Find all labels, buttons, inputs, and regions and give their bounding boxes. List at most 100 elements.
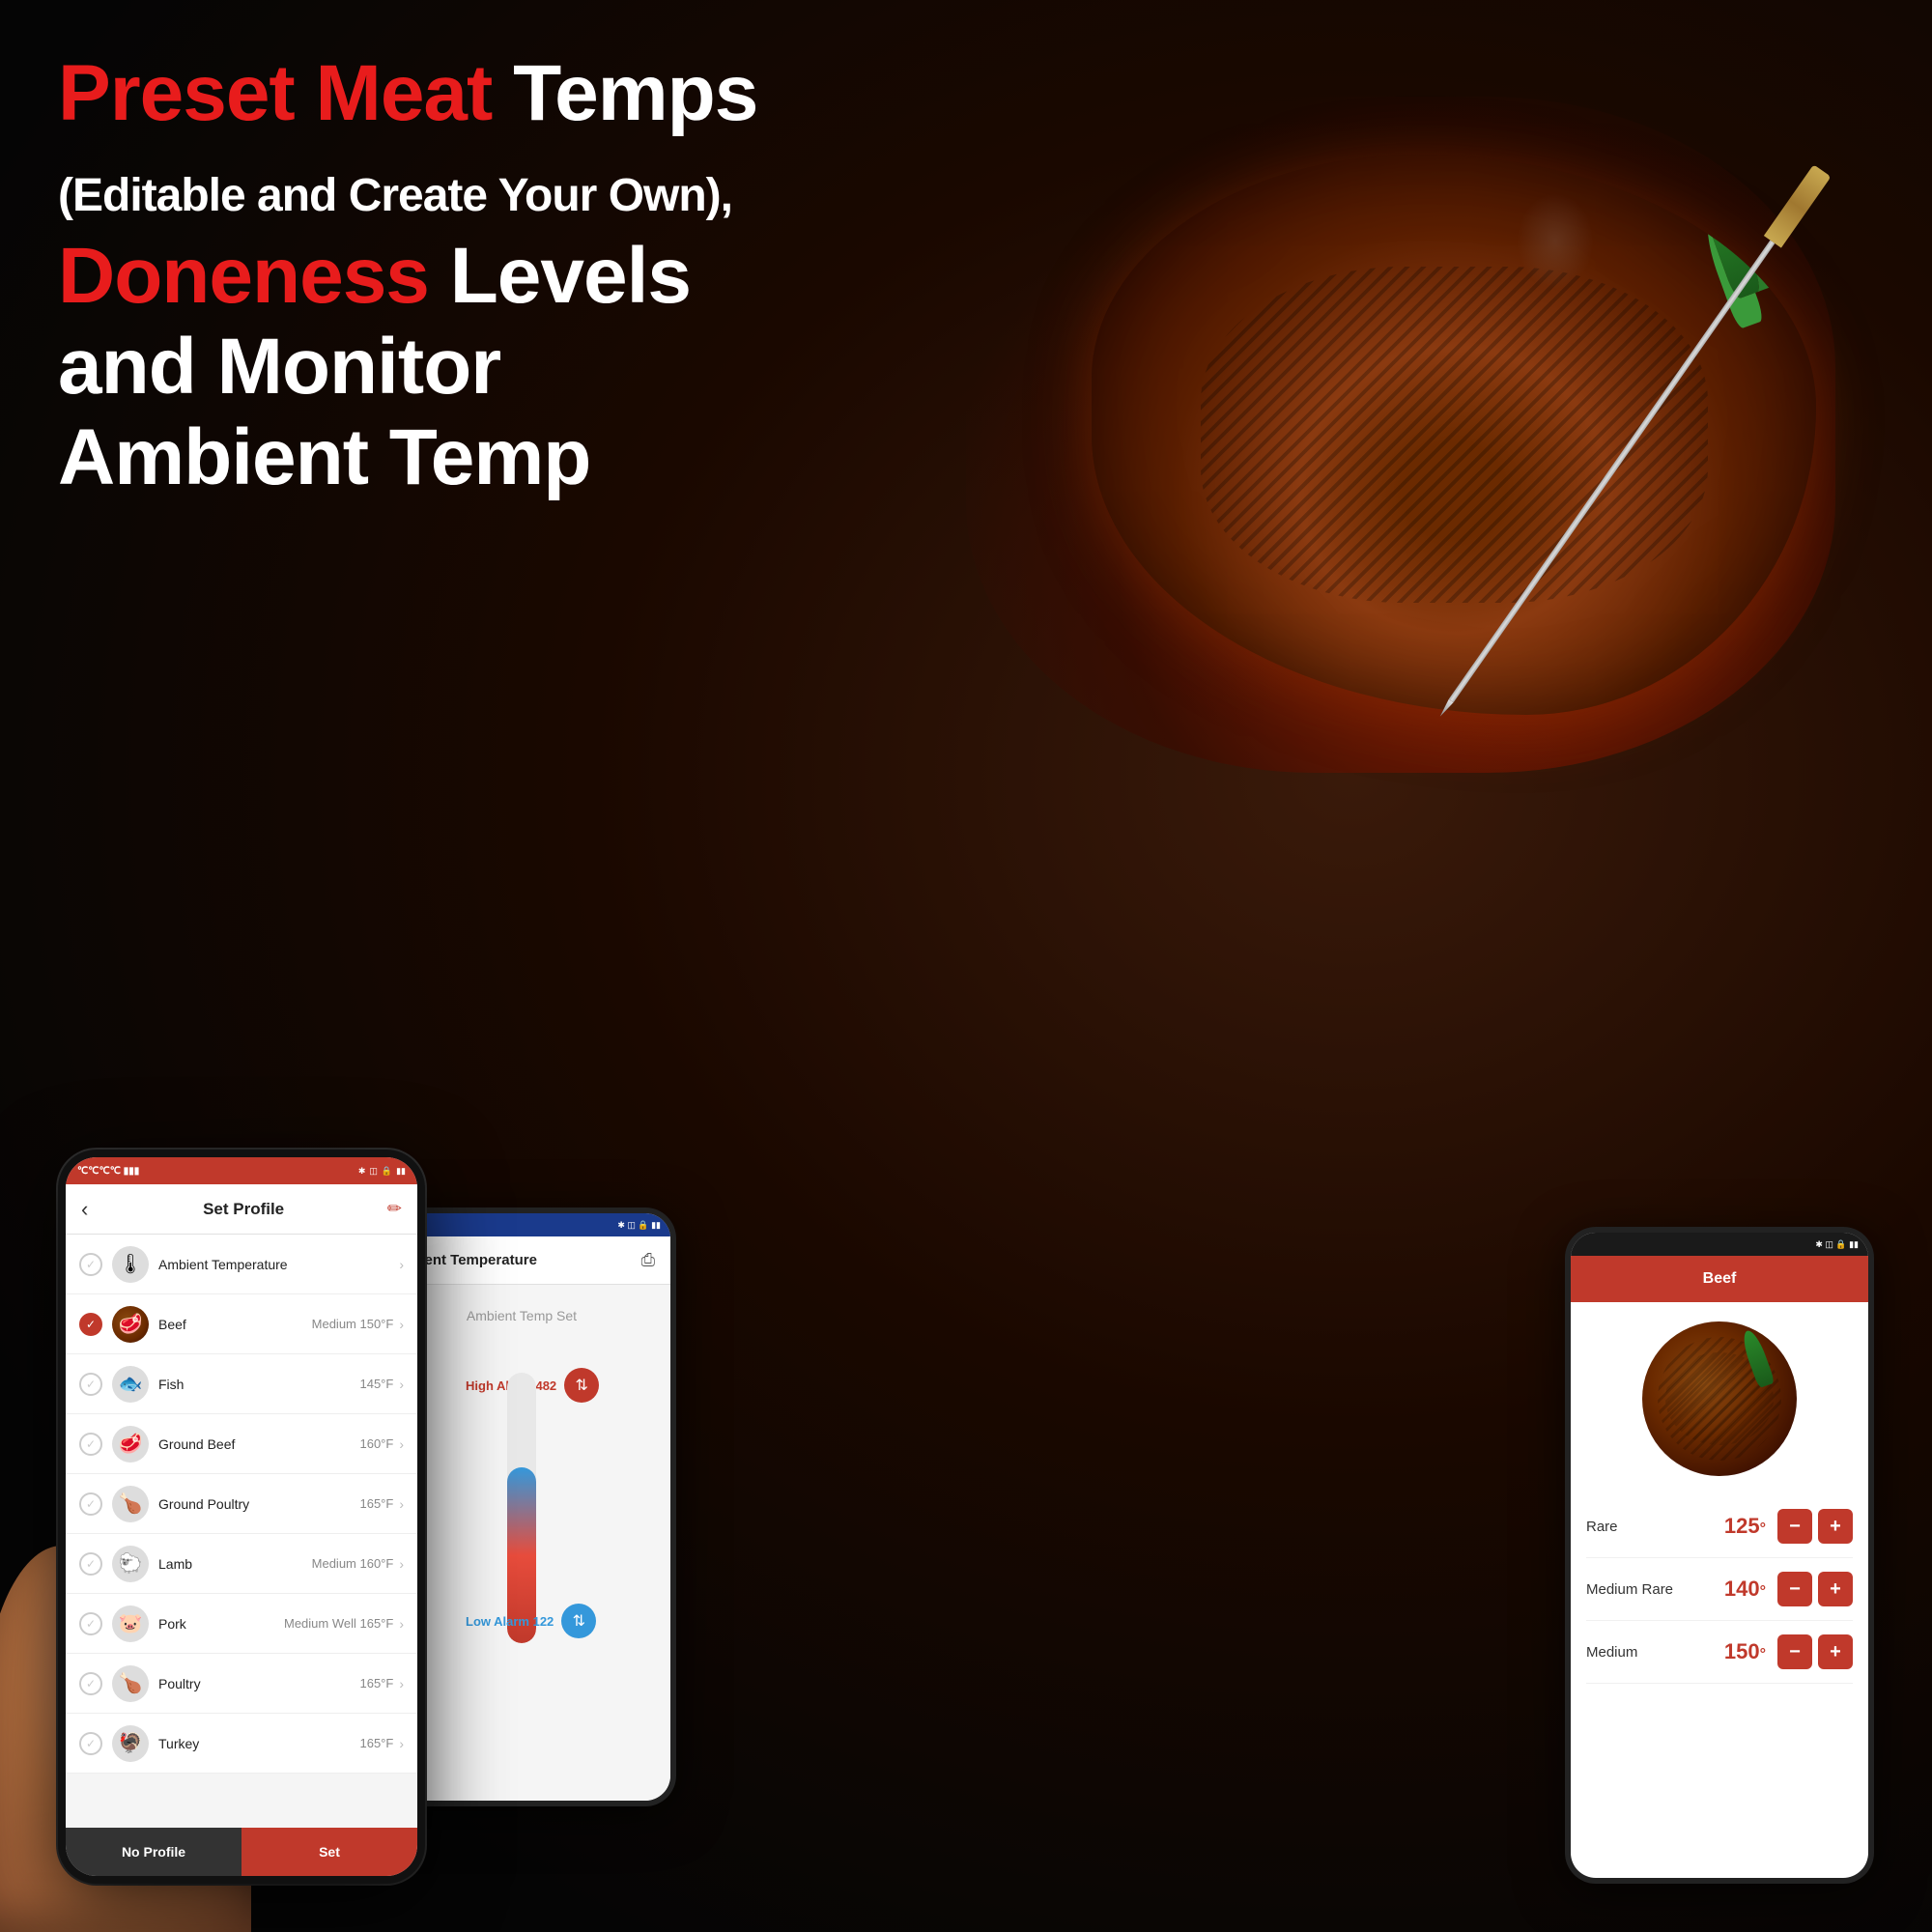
item-temp: 145°F <box>359 1377 393 1391</box>
low-alarm-control[interactable]: ⇅ <box>561 1604 596 1638</box>
list-item[interactable]: ✓ 🍗 Poultry 165°F › <box>66 1654 417 1714</box>
item-name: Ground Beef <box>158 1436 359 1452</box>
decrease-button[interactable]: − <box>1777 1572 1812 1606</box>
bottom-bar: No Profile Set <box>66 1828 417 1876</box>
phone1-status-bar: ℃℃℃℃ ▮▮▮ ✱ ◫ 🔒 ▮▮ <box>66 1157 417 1184</box>
doneness-temp: 125° <box>1724 1514 1766 1539</box>
item-name: Ground Poultry <box>158 1496 359 1512</box>
doneness-name: Medium Rare <box>1586 1581 1724 1598</box>
item-temp: 165°F <box>359 1736 393 1750</box>
increase-button[interactable]: + <box>1818 1572 1853 1606</box>
item-temp: Medium 150°F <box>312 1317 394 1331</box>
low-alarm-container: Low Alarm 122 ⇅ <box>466 1604 596 1638</box>
high-alarm-control[interactable]: ⇅ <box>564 1368 599 1403</box>
increase-button[interactable]: + <box>1818 1509 1853 1544</box>
arrow-icon: › <box>399 1676 404 1691</box>
food-icon: 🐑 <box>112 1546 149 1582</box>
check-icon: ✓ <box>79 1612 102 1635</box>
item-name: Beef <box>158 1317 312 1332</box>
item-temp: 160°F <box>359 1436 393 1451</box>
check-icon: ✓ <box>79 1552 102 1576</box>
item-name: Pork <box>158 1616 284 1632</box>
list-item[interactable]: ✓ 🐟 Fish 145°F › <box>66 1354 417 1414</box>
item-name: Ambient Temperature <box>158 1257 399 1272</box>
set-button[interactable]: Set <box>242 1828 417 1876</box>
arrow-icon: › <box>399 1736 404 1751</box>
phone1-header: ‹ Set Profile ✏ <box>66 1184 417 1235</box>
decrease-button[interactable]: − <box>1777 1509 1812 1544</box>
doneness-temp: 140° <box>1724 1577 1766 1602</box>
headline-red-1: Preset Meat <box>58 49 492 137</box>
item-name: Turkey <box>158 1736 359 1751</box>
check-icon: ✓ <box>79 1373 102 1396</box>
no-profile-button[interactable]: No Profile <box>66 1828 242 1876</box>
doneness-item: Rare 125° − + <box>1586 1495 1853 1558</box>
back-button[interactable]: ‹ <box>81 1197 88 1222</box>
arrow-icon: › <box>399 1257 404 1272</box>
temp-controls: − + <box>1777 1634 1853 1669</box>
increase-button[interactable]: + <box>1818 1634 1853 1669</box>
doneness-item: Medium Rare 140° − + <box>1586 1558 1853 1621</box>
arrow-icon: › <box>399 1377 404 1392</box>
headline-small: (Editable and Create Your Own), <box>58 170 732 221</box>
arrow-icon: › <box>399 1496 404 1512</box>
status-icons-p2: ✱ ◫ 🔒 ▮▮ <box>617 1220 661 1231</box>
doneness-name: Medium <box>1586 1644 1724 1661</box>
food-icon: 🍗 <box>112 1665 149 1702</box>
phone3-header: Beef <box>1571 1256 1868 1302</box>
share-icon[interactable]: ⎙ <box>641 1250 655 1270</box>
smoke-effect <box>1517 193 1594 290</box>
list-item[interactable]: ✓ 🥩 Beef Medium 150°F › <box>66 1294 417 1354</box>
ambient-temp-set-label: Ambient Temp Set <box>467 1308 577 1323</box>
check-icon: ✓ <box>79 1732 102 1755</box>
phone3-status-bar: ✱ ◫ 🔒 ▮▮ <box>1571 1233 1868 1256</box>
list-item[interactable]: ✓ 🦃 Turkey 165°F › <box>66 1714 417 1774</box>
food-icon: 🦃 <box>112 1725 149 1762</box>
arrow-icon: › <box>399 1317 404 1332</box>
headline-white-1: Temps <box>492 49 757 137</box>
status-icons-p3: ✱ ◫ 🔒 ▮▮ <box>1815 1239 1859 1250</box>
list-item[interactable]: ✓ 🌡 Ambient Temperature › <box>66 1235 417 1294</box>
item-temp: 165°F <box>359 1496 393 1511</box>
check-icon: ✓ <box>79 1492 102 1516</box>
item-name: Lamb <box>158 1556 312 1572</box>
alarm-icon: ◫ <box>369 1166 378 1177</box>
status-icons: ✱ ◫ 🔒 ▮▮ <box>358 1166 406 1177</box>
food-icon: 🐷 <box>112 1605 149 1642</box>
phone1-title: Set Profile <box>99 1200 387 1219</box>
item-name: Poultry <box>158 1676 359 1691</box>
phone3-inner: ✱ ◫ 🔒 ▮▮ Beef Rare 125° − + Medium Rare … <box>1571 1233 1868 1878</box>
food-icon: 🥩 <box>112 1306 149 1343</box>
list-item[interactable]: ✓ 🥩 Ground Beef 160°F › <box>66 1414 417 1474</box>
lock-icon: 🔒 <box>382 1166 392 1177</box>
headline-red-2: Doneness <box>58 232 429 320</box>
temp-controls: − + <box>1777 1509 1853 1544</box>
beef-image <box>1642 1321 1797 1476</box>
temp-controls: − + <box>1777 1572 1853 1606</box>
edit-icon[interactable]: ✏ <box>387 1199 402 1219</box>
check-icon: ✓ <box>79 1253 102 1276</box>
arrow-icon: › <box>399 1436 404 1452</box>
doneness-name: Rare <box>1586 1519 1724 1535</box>
item-temp: Medium 160°F <box>312 1556 394 1571</box>
status-signal: ℃℃℃℃ ▮▮▮ <box>77 1166 139 1177</box>
list-item[interactable]: ✓ 🐷 Pork Medium Well 165°F › <box>66 1594 417 1654</box>
list-item[interactable]: ✓ 🍗 Ground Poultry 165°F › <box>66 1474 417 1534</box>
arrow-icon: › <box>399 1616 404 1632</box>
phone3: ✱ ◫ 🔒 ▮▮ Beef Rare 125° − + Medium Rare … <box>1565 1227 1874 1884</box>
doneness-temp: 150° <box>1724 1639 1766 1664</box>
list-item[interactable]: ✓ 🐑 Lamb Medium 160°F › <box>66 1534 417 1594</box>
food-icon: 🍗 <box>112 1486 149 1522</box>
food-icon: 🐟 <box>112 1366 149 1403</box>
phone3-title: Beef <box>1703 1270 1737 1288</box>
item-temp: Medium Well 165°F <box>284 1616 393 1631</box>
doneness-list: Rare 125° − + Medium Rare 140° − + Mediu… <box>1571 1495 1868 1684</box>
decrease-button[interactable]: − <box>1777 1634 1812 1669</box>
item-temp: 165°F <box>359 1676 393 1690</box>
phone1-inner: ℃℃℃℃ ▮▮▮ ✱ ◫ 🔒 ▮▮ ‹ Set Profile ✏ ✓ 🌡 Am… <box>66 1157 417 1876</box>
low-alarm-label: Low Alarm 122 <box>466 1614 554 1629</box>
check-icon: ✓ <box>79 1313 102 1336</box>
battery-icon: ▮▮ <box>396 1166 406 1177</box>
probe-tip <box>1437 699 1453 719</box>
doneness-item: Medium 150° − + <box>1586 1621 1853 1684</box>
